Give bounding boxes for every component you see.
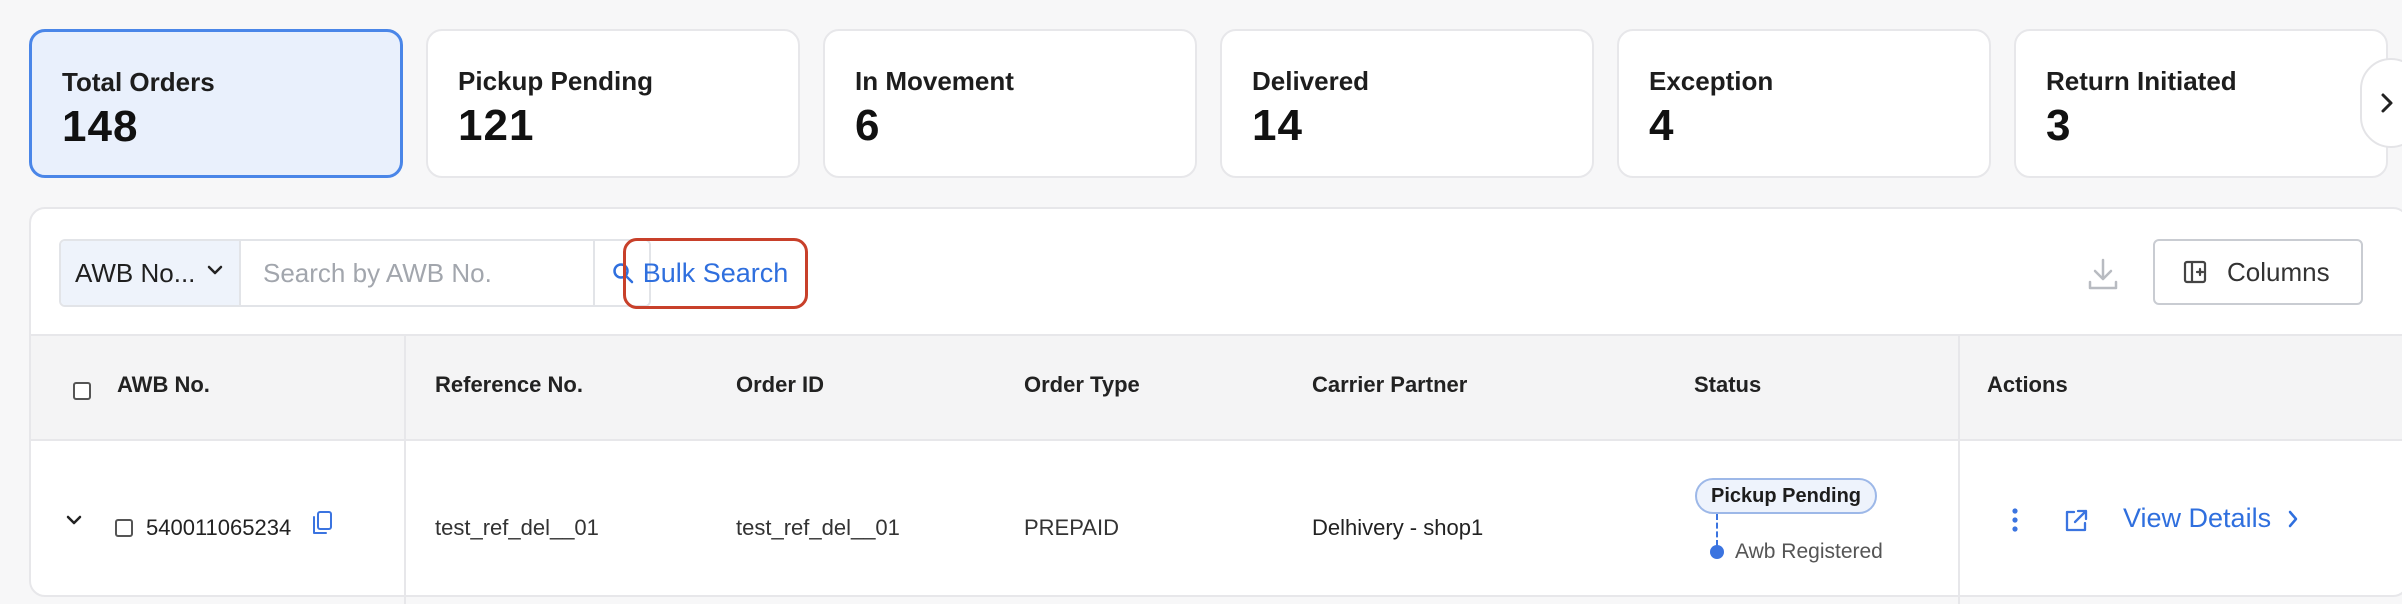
card-label: Return Initiated xyxy=(2046,66,2237,96)
search-field-select[interactable]: AWB No... xyxy=(61,241,241,305)
card-count: 14 xyxy=(1252,101,1303,150)
carrier-partner: Delhivery - shop1 xyxy=(1312,515,1484,540)
chevron-down-icon xyxy=(207,265,223,275)
card-label: Pickup Pending xyxy=(458,66,654,96)
columns-icon xyxy=(2183,260,2207,284)
bulk-search-button[interactable]: Bulk Search xyxy=(623,238,808,309)
card-count: 4 xyxy=(1649,101,1675,150)
column-divider xyxy=(1958,334,1960,604)
summary-cards: Total Orders 148 Pickup Pending 121 In M… xyxy=(29,29,2402,178)
columns-button[interactable]: Columns xyxy=(2153,239,2363,305)
card-total-orders[interactable]: Total Orders 148 xyxy=(29,29,403,178)
card-count: 148 xyxy=(62,102,139,151)
order-type: PREPAID xyxy=(1024,515,1119,540)
status-timeline-line xyxy=(1716,514,1718,546)
reference-number: test_ref_del__01 xyxy=(435,515,599,540)
column-header-order-type[interactable]: Order Type xyxy=(1024,372,1140,398)
more-vertical-icon[interactable] xyxy=(2011,507,2019,533)
card-count: 3 xyxy=(2046,101,2072,150)
expand-chevron-icon[interactable] xyxy=(65,514,83,526)
card-delivered[interactable]: Delivered 14 xyxy=(1220,29,1594,178)
card-label: Total Orders xyxy=(62,67,215,97)
card-in-movement[interactable]: In Movement 6 xyxy=(823,29,1197,178)
view-details-link[interactable]: View Details xyxy=(2123,503,2299,534)
card-exception[interactable]: Exception 4 xyxy=(1617,29,1991,178)
cards-next-button[interactable] xyxy=(2360,58,2402,148)
row-checkbox[interactable] xyxy=(115,519,133,537)
search-filter-group: AWB No... xyxy=(59,239,651,307)
card-count: 121 xyxy=(458,101,535,150)
column-header-carrier[interactable]: Carrier Partner xyxy=(1312,372,1467,398)
column-header-awb[interactable]: AWB No. xyxy=(117,372,210,398)
search-field-select-value: AWB No... xyxy=(75,257,196,288)
column-header-actions: Actions xyxy=(1987,372,2068,397)
card-label: In Movement xyxy=(855,66,1014,96)
status-sub-label: Awb Registered xyxy=(1735,540,1883,563)
column-header-order-id[interactable]: Order ID xyxy=(736,372,824,398)
table-header: AWB No. Reference No. Order ID Order Typ… xyxy=(31,334,2402,441)
column-header-status[interactable]: Status xyxy=(1694,372,1761,398)
card-count: 6 xyxy=(855,101,881,150)
chevron-right-icon xyxy=(2288,510,2298,527)
search-input[interactable] xyxy=(243,241,563,305)
external-link-icon[interactable] xyxy=(2063,508,2089,534)
card-label: Exception xyxy=(1649,66,1774,96)
download-icon xyxy=(2088,258,2118,290)
columns-button-label: Columns xyxy=(2227,256,2330,287)
download-button[interactable] xyxy=(2087,257,2127,293)
card-return-initiated[interactable]: Return Initiated 3 xyxy=(2014,29,2388,178)
card-label: Delivered xyxy=(1252,66,1370,96)
status-badge: Pickup Pending xyxy=(1695,478,1878,514)
column-divider xyxy=(404,334,406,604)
status-timeline-dot xyxy=(1710,545,1724,559)
card-pickup-pending[interactable]: Pickup Pending 121 xyxy=(426,29,800,178)
view-details-label: View Details xyxy=(2123,503,2272,533)
chevron-right-icon xyxy=(2381,93,2393,113)
column-header-reference[interactable]: Reference No. xyxy=(435,372,583,398)
order-id: test_ref_del__01 xyxy=(736,515,900,540)
table-row[interactable]: 540011065234 test_ref_del__01 test_ref_d… xyxy=(31,441,2402,601)
copy-icon[interactable] xyxy=(311,510,333,536)
toolbar: AWB No... Bulk Search Columns xyxy=(31,209,2402,334)
orders-panel: AWB No... Bulk Search Columns AWB No. Re… xyxy=(29,207,2402,604)
awb-number: 540011065234 xyxy=(146,515,292,540)
select-all-checkbox[interactable] xyxy=(73,382,91,400)
